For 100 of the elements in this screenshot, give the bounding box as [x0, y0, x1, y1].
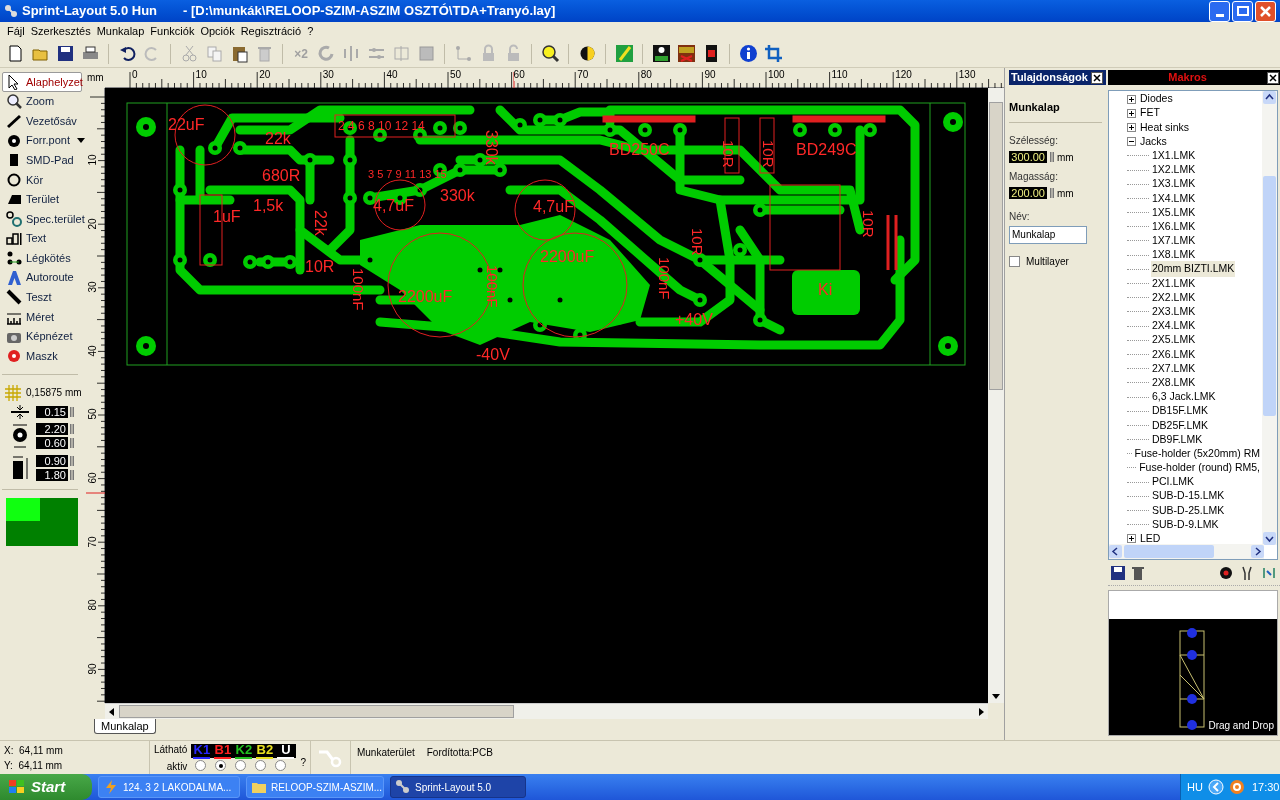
start-button[interactable]: Start [0, 774, 92, 800]
trash-icon[interactable] [1131, 565, 1145, 580]
value-field[interactable]: 0.90 [36, 454, 68, 467]
close-icon[interactable] [1267, 71, 1279, 84]
tool-button[interactable]: Teszt [2, 287, 82, 308]
tree-item[interactable]: 1X4.LMK [1151, 190, 1197, 207]
tool-button[interactable]: Alaphelyzet [2, 72, 82, 92]
menu-item[interactable]: Regisztráció [237, 22, 305, 40]
spin-icon[interactable] [70, 406, 74, 417]
expand-icon[interactable] [1127, 94, 1136, 104]
tree-item[interactable]: 1X1.LMK [1151, 147, 1197, 164]
tree-horizontal-scrollbar[interactable] [1109, 544, 1264, 559]
spin-icon[interactable] [70, 469, 74, 480]
tool-button[interactable]: Kör [2, 169, 82, 190]
value-field[interactable]: 0.15 [36, 405, 68, 418]
spin-icon[interactable] [70, 455, 74, 466]
board-check-icon[interactable] [614, 44, 634, 63]
value-field[interactable]: 0.60 [36, 436, 68, 449]
tree-item[interactable]: SUB-D-25.LMK [1151, 502, 1226, 519]
tree-item[interactable]: 1X7.LMK [1151, 233, 1197, 249]
scroll-right-icon[interactable] [1251, 545, 1264, 558]
scroll-left-icon[interactable] [1109, 545, 1122, 558]
save-icon[interactable] [55, 44, 75, 63]
record-icon[interactable] [1219, 565, 1233, 580]
tree-item[interactable]: Jacks [1139, 133, 1168, 150]
tree-item[interactable]: 2X6.LMK [1151, 346, 1197, 363]
tool-button[interactable]: Maszk [2, 346, 82, 366]
menu-item[interactable]: Funkciók [147, 22, 198, 40]
tool-button[interactable]: Terület [2, 189, 82, 210]
tree-item[interactable]: PCI.LMK [1151, 474, 1195, 491]
menu-item[interactable]: Fájl [4, 22, 28, 40]
value-field[interactable]: 2.20 [36, 422, 68, 435]
name-field[interactable]: Munkalap [1009, 225, 1087, 244]
tree-scrollbar[interactable] [1262, 91, 1277, 545]
layer-radio[interactable] [195, 760, 207, 771]
value-field[interactable]: 300.00 [1009, 151, 1047, 163]
drc-icon[interactable] [676, 44, 696, 63]
menu-item[interactable]: ? [304, 22, 317, 40]
tool-button[interactable]: Text [2, 228, 82, 249]
tree-item[interactable]: LED [1139, 531, 1162, 546]
value-field[interactable]: 1.80 [36, 468, 68, 481]
tree-item[interactable]: DB15F.LMK [1151, 403, 1210, 420]
layer-toggle[interactable]: K2 [235, 742, 253, 759]
spin-icon[interactable] [70, 423, 74, 434]
taskbar-button[interactable]: RELOOP-SZIM-ASZIM... [246, 776, 384, 798]
tool-button[interactable]: Méret [2, 307, 82, 327]
expand-icon[interactable] [1127, 534, 1136, 544]
tree-item[interactable]: 2X1.LMK [1151, 275, 1197, 292]
tree-item[interactable]: Fuse-holder (5x20mm) RM [1133, 445, 1261, 462]
tree-item[interactable]: 2X2.LMK [1151, 289, 1197, 306]
tree-item[interactable]: 1X5.LMK [1151, 204, 1197, 221]
contrast-icon[interactable] [577, 44, 597, 63]
tree-item[interactable]: 2X4.LMK [1151, 318, 1197, 334]
crop-icon[interactable] [763, 44, 783, 63]
tool-button[interactable]: Forr.pont [2, 130, 82, 151]
tree-item[interactable]: 2X7.LMK [1151, 360, 1197, 377]
tree-item[interactable]: 6,3 Jack.LMK [1151, 389, 1217, 405]
layer-radio[interactable] [235, 760, 247, 771]
fork-icon[interactable] [1239, 564, 1255, 581]
close-button[interactable] [1255, 0, 1276, 22]
close-icon[interactable] [1090, 71, 1103, 84]
multilayer-checkbox[interactable] [1009, 255, 1020, 267]
tool-button[interactable]: Légkötés [2, 248, 82, 268]
tool-button[interactable]: Vezetősáv [2, 111, 82, 131]
info-icon[interactable] [738, 44, 758, 63]
tree-item[interactable]: Fuse-holder (round) RM5, [1138, 460, 1261, 476]
tree-item[interactable]: FET [1139, 105, 1161, 122]
minimize-button[interactable] [1209, 0, 1230, 22]
tree-item[interactable]: 2X5.LMK [1151, 332, 1197, 349]
layer-toggle[interactable]: B2 [256, 742, 274, 759]
chevron-icon[interactable] [1207, 779, 1224, 795]
tree-item[interactable]: 1X8.LMK [1151, 247, 1197, 264]
tree-item[interactable]: Diodes [1139, 91, 1174, 107]
tree-item[interactable]: SUB-D-15.LMK [1151, 488, 1226, 505]
sheet-tab[interactable]: Munkalap [94, 719, 156, 734]
taskbar-button[interactable]: Sprint-Layout 5.0 [390, 776, 526, 798]
tool-button[interactable]: Képnézet [2, 326, 82, 347]
menu-item[interactable]: Szerkesztés [27, 22, 94, 40]
menu-item[interactable]: Munkalap [93, 22, 148, 40]
value-field[interactable]: 200.00 [1009, 187, 1047, 199]
horizontal-scrollbar[interactable] [105, 703, 988, 719]
help-mark[interactable]: ? [300, 755, 306, 770]
maximize-button[interactable] [1232, 0, 1253, 22]
expand-icon[interactable] [1127, 122, 1136, 132]
tree-item[interactable]: SUB-D-9.LMK [1151, 516, 1220, 533]
tool-button[interactable]: Zoom [2, 91, 82, 112]
tree-item[interactable]: DB9F.LMK [1151, 431, 1204, 448]
tray-app-icon[interactable] [1228, 779, 1245, 795]
search-icon[interactable] [540, 44, 560, 63]
tree-item[interactable]: 1X3.LMK [1151, 176, 1197, 193]
tree-item[interactable]: 20mm BIZTI.LMK [1151, 261, 1236, 278]
tool-button[interactable]: SMD-Pad [2, 150, 82, 170]
scroll-down-icon[interactable] [1263, 532, 1276, 545]
help-board-icon[interactable] [651, 44, 671, 63]
tree-item[interactable]: 1X6.LMK [1151, 218, 1197, 235]
vertical-scrollbar[interactable] [988, 88, 1004, 703]
tool-button[interactable]: Autoroute [2, 267, 82, 288]
layer-radio[interactable] [215, 760, 227, 771]
save-icon[interactable] [1111, 565, 1125, 580]
tree-item[interactable]: 2X3.LMK [1151, 304, 1197, 320]
